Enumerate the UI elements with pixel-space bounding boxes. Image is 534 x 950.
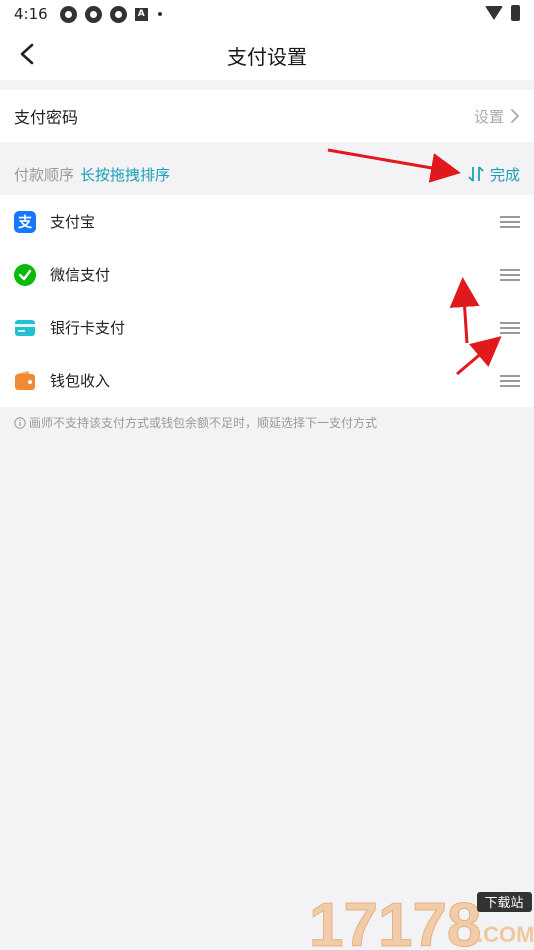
chevron-right-icon <box>511 109 519 123</box>
fallback-tip-text: 画师不支持该支付方式或钱包余额不足时，顺延选择下一支付方式 <box>29 416 378 430</box>
info-icon <box>14 416 26 429</box>
payment-method-list: 支 支付宝 微信支付 银行卡支付 钱包收入 <box>0 195 534 407</box>
more-notifications-dot-icon <box>157 12 162 16</box>
a-notification-icon: A <box>134 7 148 21</box>
page-title: 支付设置 <box>227 45 307 69</box>
set-label: 设置 <box>473 107 504 126</box>
sort-icon <box>468 166 484 182</box>
payment-order-header: 付款顺序 长按拖拽排序 完成 <box>0 153 534 195</box>
drag-sort-hint: 长按拖拽排序 <box>80 165 171 184</box>
status-right <box>485 5 520 21</box>
watermark-domain: .COM <box>477 922 534 947</box>
list-item-alipay[interactable]: 支 支付宝 <box>0 195 534 248</box>
payment-order-label: 付款顺序 <box>14 165 75 184</box>
drag-handle-icon[interactable] <box>500 215 520 228</box>
payment-method-label: 支付宝 <box>50 213 96 231</box>
fallback-tip: 画师不支持该支付方式或钱包余额不足时，顺延选择下一支付方式 <box>14 414 377 431</box>
payment-password-row[interactable]: 支付密码 设置 <box>0 90 534 142</box>
svg-text:支: 支 <box>17 214 33 231</box>
list-item-wechat-pay[interactable]: 微信支付 <box>0 248 534 301</box>
payment-password-label: 支付密码 <box>14 108 79 127</box>
payment-method-label: 钱包收入 <box>50 372 111 390</box>
drag-handle-icon[interactable] <box>500 268 520 281</box>
wechat-pay-icon <box>14 263 36 286</box>
done-button[interactable]: 完成 <box>467 164 520 185</box>
battery-icon <box>511 5 520 21</box>
list-item-bank-card[interactable]: 银行卡支付 <box>0 301 534 354</box>
app-notification-icon <box>109 5 127 23</box>
done-label: 完成 <box>489 165 520 184</box>
payment-method-label: 微信支付 <box>50 266 111 284</box>
wifi-icon <box>485 6 503 20</box>
status-bar: 4:16 A <box>0 0 534 28</box>
payment-method-label: 银行卡支付 <box>50 319 126 337</box>
top-app-bar: 支付设置 <box>0 28 534 80</box>
status-time: 4:16 <box>14 5 48 23</box>
app-notification-icon <box>84 5 102 23</box>
drag-handle-icon[interactable] <box>500 374 520 387</box>
annotation-arrows <box>327 148 502 376</box>
bank-card-icon <box>15 319 35 336</box>
wallet-icon <box>15 370 35 390</box>
alipay-icon: 支 <box>14 210 36 233</box>
drag-handle-icon[interactable] <box>500 321 520 334</box>
list-item-wallet[interactable]: 钱包收入 <box>0 354 534 407</box>
watermark-badge: 下载站 <box>484 896 523 911</box>
watermark-text: 17178 <box>309 891 481 950</box>
payment-password-setting[interactable]: 设置 <box>474 106 520 127</box>
watermark-logo: 17178 下载站 .COM <box>309 891 534 950</box>
app-notification-icon <box>59 5 77 23</box>
